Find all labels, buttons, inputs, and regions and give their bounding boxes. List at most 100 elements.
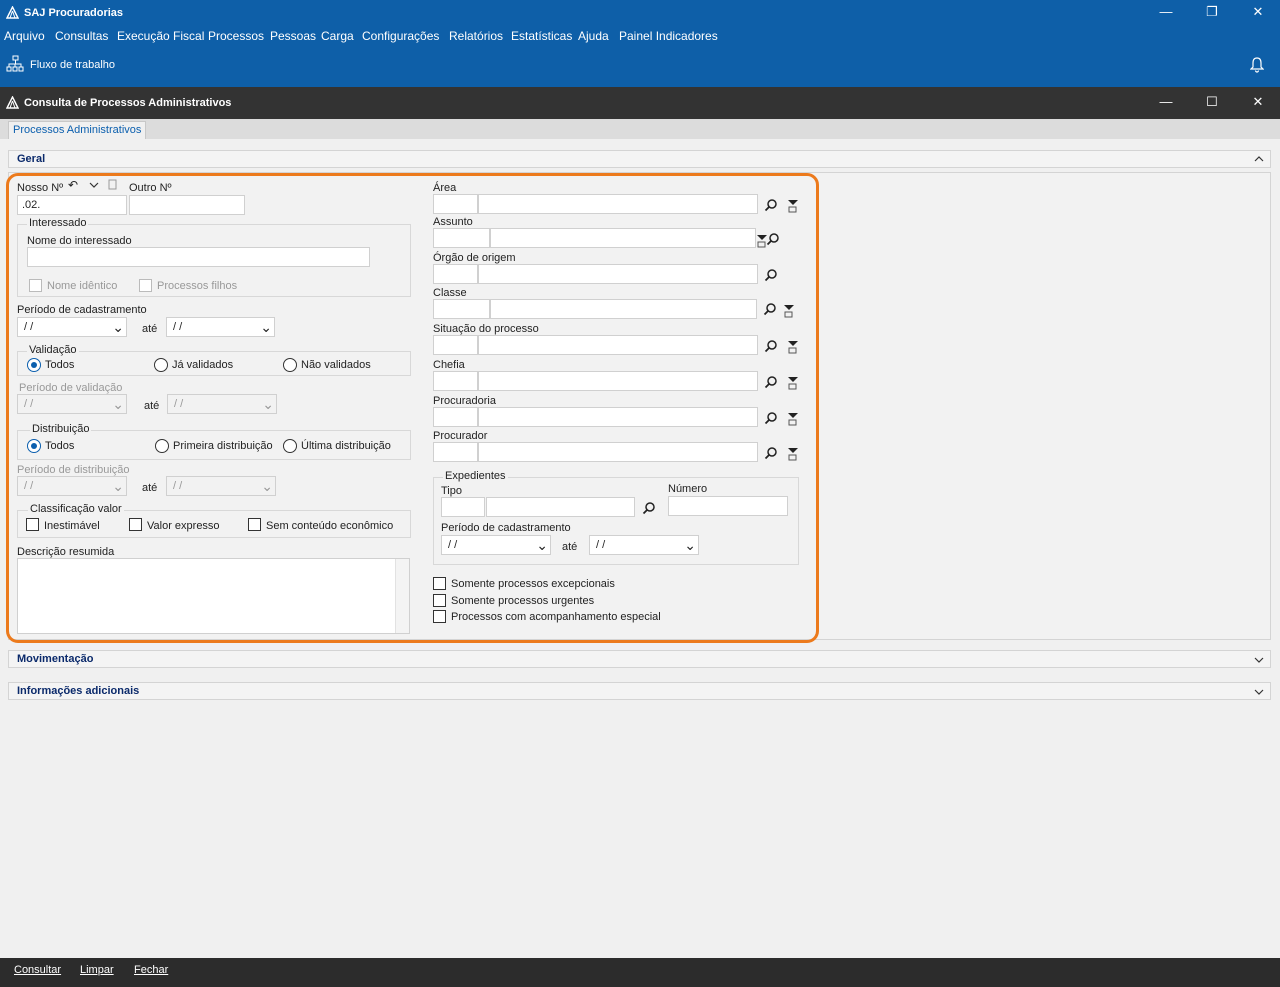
tipo-code-input[interactable] xyxy=(441,497,485,517)
chevron-down-icon[interactable]: ⌄ xyxy=(684,536,696,554)
distribuicao-end-date[interactable]: / / ⌄ xyxy=(166,476,276,496)
situacao-name-input[interactable] xyxy=(478,335,758,355)
search-icon[interactable] xyxy=(763,302,777,316)
dropdown-filter-icon[interactable] xyxy=(786,340,800,354)
assunto-code-input[interactable] xyxy=(433,228,490,248)
excepcionais-checkbox[interactable] xyxy=(433,577,446,590)
distribuicao-start-date[interactable]: / / ⌄ xyxy=(17,476,127,496)
chevron-up-icon[interactable] xyxy=(1254,155,1264,163)
distribuicao-todos-radio[interactable] xyxy=(27,439,41,453)
orgao-code-input[interactable] xyxy=(433,264,478,284)
search-icon[interactable] xyxy=(764,446,778,460)
menu-ajuda[interactable]: Ajuda xyxy=(578,29,609,43)
situacao-code-input[interactable] xyxy=(433,335,478,355)
validacao-nao-validados-radio[interactable] xyxy=(283,358,297,372)
nome-identico-checkbox[interactable] xyxy=(29,279,42,292)
menu-carga[interactable]: Carga xyxy=(321,29,354,43)
expedientes-start-date[interactable]: / / ⌄ xyxy=(441,535,551,555)
window-maximize-button[interactable]: ☐ xyxy=(1189,90,1235,116)
urgentes-checkbox[interactable] xyxy=(433,594,446,607)
chevron-down-icon[interactable] xyxy=(1254,656,1264,664)
document-icon[interactable] xyxy=(108,179,117,190)
menu-arquivo[interactable]: Arquivo xyxy=(4,29,45,43)
fechar-button[interactable]: Fechar xyxy=(134,964,168,976)
textarea-scrollbar[interactable] xyxy=(395,559,409,633)
tab-processos-administrativos[interactable]: Processos Administrativos xyxy=(8,121,147,139)
inestimavel-checkbox[interactable] xyxy=(26,518,39,531)
chevron-down-icon[interactable]: ⌄ xyxy=(112,395,124,413)
validacao-ja-validados-radio[interactable] xyxy=(154,358,168,372)
menu-painel-indicadores[interactable]: Painel Indicadores xyxy=(619,29,718,43)
processos-filhos-checkbox[interactable] xyxy=(139,279,152,292)
menu-estatisticas[interactable]: Estatísticas xyxy=(511,29,572,43)
chevron-down-icon[interactable]: ⌄ xyxy=(112,318,124,336)
menu-processos[interactable]: Processos xyxy=(208,29,264,43)
acompanhamento-checkbox[interactable] xyxy=(433,610,446,623)
orgao-name-input[interactable] xyxy=(478,264,758,284)
dropdown-filter-icon[interactable] xyxy=(786,412,800,426)
search-icon[interactable] xyxy=(764,268,778,282)
area-name-input[interactable] xyxy=(478,194,758,214)
cadastramento-start-date[interactable]: / / ⌄ xyxy=(17,317,127,337)
distribuicao-primeira-radio[interactable] xyxy=(155,439,169,453)
chevron-down-icon[interactable] xyxy=(89,181,99,189)
validacao-start-date[interactable]: / / ⌄ xyxy=(17,394,127,414)
workflow-icon[interactable] xyxy=(6,55,24,73)
nome-interessado-input[interactable] xyxy=(27,247,370,267)
chevron-down-icon[interactable]: ⌄ xyxy=(112,477,124,495)
valor-expresso-checkbox[interactable] xyxy=(129,518,142,531)
procurador-name-input[interactable] xyxy=(478,442,758,462)
search-icon[interactable] xyxy=(642,501,656,515)
chefia-name-input[interactable] xyxy=(478,371,758,391)
minimize-button[interactable]: — xyxy=(1143,0,1189,26)
distribuicao-ultima-radio[interactable] xyxy=(283,439,297,453)
assunto-name-input[interactable] xyxy=(490,228,756,248)
dropdown-filter-icon[interactable] xyxy=(786,376,800,390)
chevron-down-icon[interactable]: ⌄ xyxy=(261,477,273,495)
close-app-button[interactable]: ✕ xyxy=(1235,0,1280,26)
classe-code-input[interactable] xyxy=(433,299,490,319)
dropdown-filter-icon[interactable] xyxy=(786,199,800,213)
validacao-todos-radio[interactable] xyxy=(27,358,41,372)
search-icon[interactable] xyxy=(764,339,778,353)
cadastramento-end-date[interactable]: / / ⌄ xyxy=(166,317,275,337)
section-info-header[interactable]: Informações adicionais xyxy=(8,682,1271,700)
expedientes-end-date[interactable]: / / ⌄ xyxy=(589,535,699,555)
procuradoria-code-input[interactable] xyxy=(433,407,478,427)
consultar-button[interactable]: Consultar xyxy=(14,964,61,976)
undo-icon[interactable]: ↶ xyxy=(68,178,78,192)
outro-no-input[interactable] xyxy=(129,195,245,215)
menu-consultas[interactable]: Consultas xyxy=(55,29,108,43)
nosso-no-input[interactable]: .02. xyxy=(17,195,127,215)
bell-icon[interactable] xyxy=(1250,56,1264,73)
procuradoria-name-input[interactable] xyxy=(478,407,758,427)
window-close-button[interactable]: ✕ xyxy=(1235,90,1280,116)
limpar-button[interactable]: Limpar xyxy=(80,964,114,976)
menu-execucao-fiscal[interactable]: Execução Fiscal xyxy=(117,29,204,43)
numero-input[interactable] xyxy=(668,496,788,516)
search-icon[interactable] xyxy=(764,198,778,212)
dropdown-filter-icon[interactable] xyxy=(782,304,796,318)
chevron-down-icon[interactable]: ⌄ xyxy=(262,395,274,413)
search-icon[interactable] xyxy=(766,232,780,246)
chevron-down-icon[interactable] xyxy=(1254,688,1264,696)
chefia-code-input[interactable] xyxy=(433,371,478,391)
menu-pessoas[interactable]: Pessoas xyxy=(270,29,316,43)
workflow-label[interactable]: Fluxo de trabalho xyxy=(30,59,115,71)
menu-configuracoes[interactable]: Configurações xyxy=(362,29,439,43)
section-geral-header[interactable]: Geral xyxy=(8,150,1271,168)
sem-conteudo-checkbox[interactable] xyxy=(248,518,261,531)
window-minimize-button[interactable]: — xyxy=(1143,90,1189,116)
tipo-name-input[interactable] xyxy=(486,497,635,517)
validacao-end-date[interactable]: / / ⌄ xyxy=(167,394,277,414)
area-code-input[interactable] xyxy=(433,194,478,214)
classe-name-input[interactable] xyxy=(490,299,757,319)
chevron-down-icon[interactable]: ⌄ xyxy=(260,318,272,336)
dropdown-filter-icon[interactable] xyxy=(786,447,800,461)
procurador-code-input[interactable] xyxy=(433,442,478,462)
section-movimentacao-header[interactable]: Movimentação xyxy=(8,650,1271,668)
chevron-down-icon[interactable]: ⌄ xyxy=(536,536,548,554)
search-icon[interactable] xyxy=(764,375,778,389)
search-icon[interactable] xyxy=(764,411,778,425)
descricao-resumida-textarea[interactable] xyxy=(17,558,410,634)
